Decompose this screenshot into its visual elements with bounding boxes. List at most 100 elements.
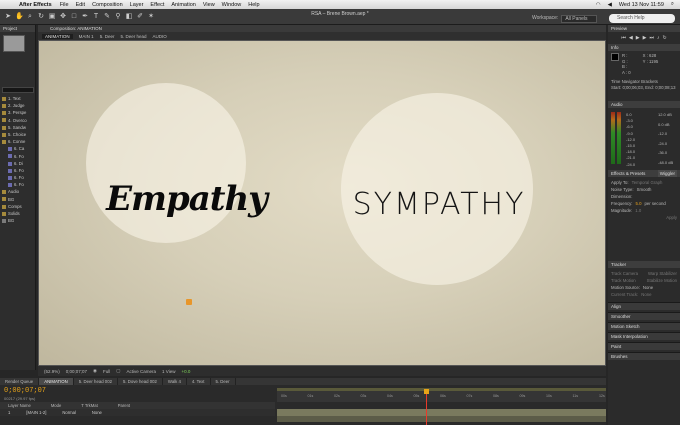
tab-deer[interactable]: 5. Deer: [211, 378, 236, 385]
track-motion-button[interactable]: Track Motion: [611, 277, 636, 284]
viewer-timecode[interactable]: 0;00;07;07: [66, 369, 87, 374]
list-item[interactable]: 6. Fo: [0, 181, 35, 188]
apply-to-select[interactable]: Temporal Graph: [632, 179, 663, 186]
tracker-tab[interactable]: Tracker: [608, 261, 680, 268]
puppet-pin-tool-icon[interactable]: ✶: [147, 13, 155, 21]
menu-edit[interactable]: Edit: [76, 2, 85, 8]
camera-icon[interactable]: ◉: [93, 368, 97, 374]
menu-layer[interactable]: Layer: [130, 2, 144, 8]
views-select[interactable]: 1 View: [162, 369, 175, 374]
menu-view[interactable]: View: [203, 2, 215, 8]
tab-dove-head[interactable]: 5. Dove head 002: [118, 378, 163, 385]
menu-animation[interactable]: Animation: [171, 2, 195, 8]
playhead[interactable]: [424, 389, 429, 425]
clone-stamp-tool-icon[interactable]: ⚲: [114, 13, 122, 21]
roto-brush-tool-icon[interactable]: ✐: [136, 13, 144, 21]
previous-frame-icon[interactable]: ◀: [629, 35, 633, 41]
noise-type-select[interactable]: Smooth: [637, 186, 652, 193]
tab-render-queue[interactable]: Render Queue: [0, 378, 40, 385]
loop-icon[interactable]: ↻: [662, 35, 666, 41]
list-item[interactable]: 5. Choice: [0, 131, 35, 138]
menu-window[interactable]: Window: [222, 2, 242, 8]
wiggler-tab[interactable]: Wiggler: [657, 170, 677, 177]
project-search-input[interactable]: [2, 87, 34, 93]
list-item[interactable]: BG: [0, 217, 35, 224]
composition-tab[interactable]: Composition: ANIMATION: [50, 25, 102, 32]
breadcrumb-item-deer[interactable]: 5. Deer: [100, 34, 115, 39]
zoom-select[interactable]: (52.9%): [44, 369, 60, 374]
layer-mode[interactable]: Normal: [62, 409, 76, 416]
stabilize-motion-button[interactable]: Stabilize Motion: [647, 277, 677, 284]
volume-icon[interactable]: ◀: [608, 2, 612, 8]
breadcrumb-item-animation[interactable]: ANIMATION: [42, 33, 73, 39]
brushes-panel[interactable]: Brushes: [608, 352, 680, 360]
mask-interpolation-panel[interactable]: Mask Interpolation: [608, 332, 680, 340]
list-item[interactable]: 6. Fo: [0, 153, 35, 160]
list-item[interactable]: 2. Judge: [0, 102, 35, 109]
magnitude-value[interactable]: 1.0: [635, 207, 641, 214]
camera-tool-icon[interactable]: ▣: [48, 13, 56, 21]
col-parent[interactable]: Parent: [118, 402, 130, 409]
breadcrumb-item-deer-head[interactable]: 5. Deer head: [120, 34, 146, 39]
layer-duration-bar[interactable]: [277, 409, 606, 416]
timeline-timecode[interactable]: 0;00;07;07: [4, 387, 46, 395]
spotlight-icon[interactable]: ⌕: [671, 1, 674, 8]
menu-composition[interactable]: Composition: [92, 2, 123, 8]
rectangle-tool-icon[interactable]: □: [70, 13, 78, 21]
layer-parent[interactable]: None: [92, 409, 102, 416]
menu-help[interactable]: Help: [248, 2, 259, 8]
type-tool-icon[interactable]: T: [92, 13, 100, 21]
list-item[interactable]: BG: [0, 196, 35, 203]
pan-behind-tool-icon[interactable]: ✥: [59, 13, 67, 21]
layer-duration-bar[interactable]: [277, 416, 606, 422]
anchor-point-handle[interactable]: [186, 299, 192, 305]
breadcrumb-item-main[interactable]: MAIN 1: [79, 34, 94, 39]
brush-tool-icon[interactable]: ✎: [103, 13, 111, 21]
current-track-select[interactable]: None: [641, 291, 651, 298]
track-camera-button[interactable]: Track Camera: [611, 270, 638, 277]
motion-sketch-panel[interactable]: Motion Sketch: [608, 322, 680, 330]
rotate-tool-icon[interactable]: ↻: [37, 13, 45, 21]
layer-name[interactable]: [MAIN 1-2]: [26, 409, 46, 416]
warp-stabilizer-button[interactable]: Warp Stabilizer: [648, 270, 677, 277]
list-item[interactable]: Solids: [0, 210, 35, 217]
info-tab[interactable]: Info: [608, 44, 680, 51]
list-item[interactable]: 5. Sandw: [0, 124, 35, 131]
col-mode[interactable]: Mode: [51, 402, 61, 409]
region-icon[interactable]: ▢: [116, 368, 120, 374]
list-item[interactable]: 3. Perspe: [0, 109, 35, 116]
app-name[interactable]: After Effects: [19, 2, 52, 8]
align-panel[interactable]: Align: [608, 302, 680, 310]
col-trkmat[interactable]: T TrkMat: [81, 402, 97, 409]
resolution-select[interactable]: Full: [103, 369, 110, 374]
exposure-value[interactable]: +0.0: [181, 369, 190, 374]
list-item[interactable]: Audio: [0, 188, 35, 195]
smoother-panel[interactable]: Smoother: [608, 312, 680, 320]
eraser-tool-icon[interactable]: ◧: [125, 13, 133, 21]
col-layer-name[interactable]: Layer Name: [8, 402, 31, 409]
effects-presets-tab[interactable]: Effects & Presets: [611, 170, 645, 177]
paint-panel[interactable]: Paint: [608, 342, 680, 350]
list-item[interactable]: 4. Overco: [0, 117, 35, 124]
play-icon[interactable]: ▶: [636, 35, 640, 41]
zoom-tool-icon[interactable]: ⌕: [26, 13, 34, 21]
table-row[interactable]: 1 [MAIN 1-2] Normal None: [0, 409, 275, 416]
list-item[interactable]: 6. Fo: [0, 167, 35, 174]
list-item[interactable]: 6. Di: [0, 160, 35, 167]
tab-animation[interactable]: ANIMATION: [39, 378, 74, 385]
list-item[interactable]: 1. Text: [0, 95, 35, 102]
pen-tool-icon[interactable]: ✒: [81, 13, 89, 21]
tab-text[interactable]: 4. Text: [187, 378, 211, 385]
project-tab[interactable]: Project: [0, 25, 35, 32]
list-item[interactable]: 6. Ca: [0, 145, 35, 152]
next-frame-icon[interactable]: ▶: [643, 35, 647, 41]
list-item[interactable]: Comps: [0, 203, 35, 210]
list-item[interactable]: 6. Fo: [0, 174, 35, 181]
composition-viewer[interactable]: Empathy SYMPATHY: [38, 40, 606, 366]
clock[interactable]: Wed 13 Nov 11:59: [619, 2, 664, 8]
last-frame-icon[interactable]: ⏭: [649, 35, 654, 41]
apply-button[interactable]: Apply: [611, 214, 677, 221]
tab-walk[interactable]: Walk 4: [163, 378, 187, 385]
motion-source-select[interactable]: None: [643, 284, 653, 291]
hand-tool-icon[interactable]: ✋: [15, 13, 24, 21]
